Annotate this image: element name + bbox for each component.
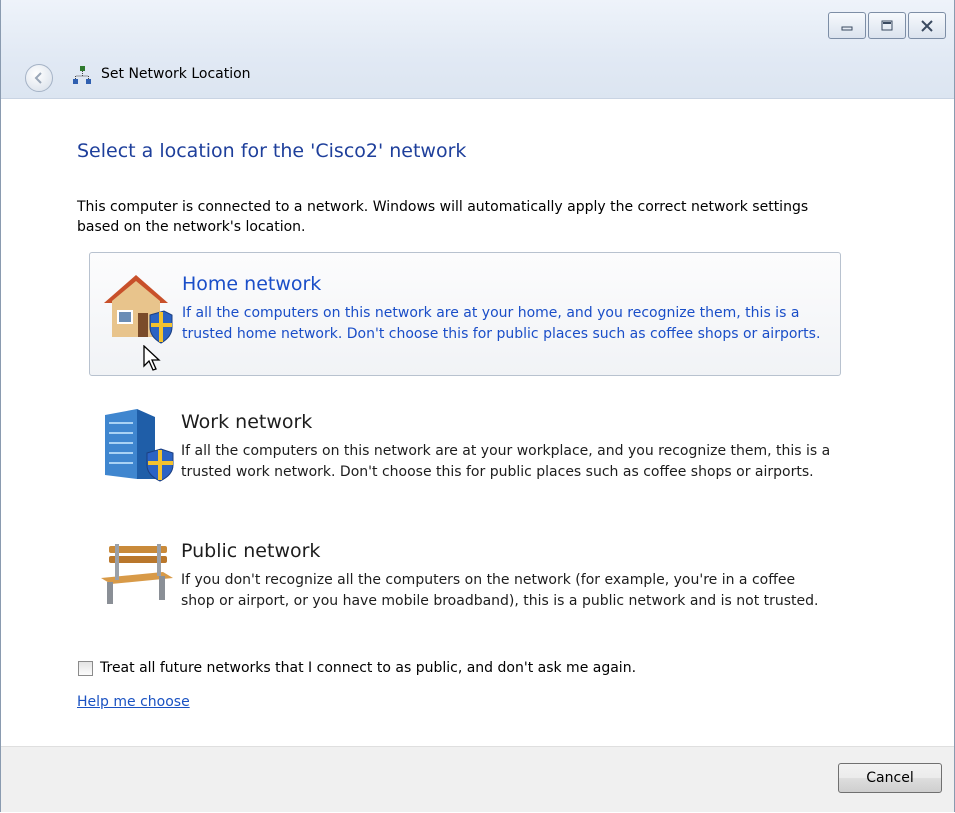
treat-as-public-row: Treat all future networks that I connect…: [78, 660, 636, 676]
public-network-title: Public network: [181, 540, 321, 562]
network-icon: [73, 66, 91, 84]
dialog-window: Set Network Location Select a location f…: [0, 0, 955, 812]
home-network-title: Home network: [182, 273, 322, 295]
work-network-title: Work network: [181, 411, 313, 433]
caption-buttons: [828, 12, 946, 39]
help-me-choose-link[interactable]: Help me choose: [77, 694, 190, 710]
house-shield-icon: [104, 275, 173, 344]
close-icon: [921, 19, 933, 32]
close-button[interactable]: [908, 12, 946, 39]
minimize-button[interactable]: [828, 12, 866, 39]
treat-as-public-checkbox[interactable]: [78, 660, 93, 676]
window-title: Set Network Location: [101, 66, 251, 82]
work-network-option[interactable]: Work network If all the computers on thi…: [89, 391, 839, 501]
work-network-description: If all the computers on this network are…: [181, 443, 831, 480]
title-bar: Set Network Location: [1, 0, 954, 99]
maximize-button[interactable]: [868, 12, 906, 39]
treat-as-public-label[interactable]: Treat all future networks that I connect…: [100, 660, 636, 676]
office-building-shield-icon: [105, 409, 174, 482]
home-network-option[interactable]: Home network If all the computers on thi…: [89, 252, 841, 376]
dialog-footer: Cancel: [1, 746, 954, 812]
public-network-option[interactable]: Public network If you don't recognize al…: [89, 520, 839, 630]
back-arrow-icon: [34, 72, 42, 84]
minimize-icon: [841, 26, 853, 30]
maximize-icon: [881, 20, 893, 30]
intro-text: This computer is connected to a network.…: [77, 199, 809, 235]
back-button[interactable]: [25, 64, 53, 92]
park-bench-icon: [101, 544, 173, 604]
public-network-description: If you don't recognize all the computers…: [181, 572, 819, 609]
page-heading: Select a location for the 'Cisco2' netwo…: [77, 140, 467, 162]
mouse-pointer-icon: [143, 345, 161, 371]
cancel-button[interactable]: Cancel: [838, 763, 942, 793]
home-network-description: If all the computers on this network are…: [182, 305, 821, 342]
